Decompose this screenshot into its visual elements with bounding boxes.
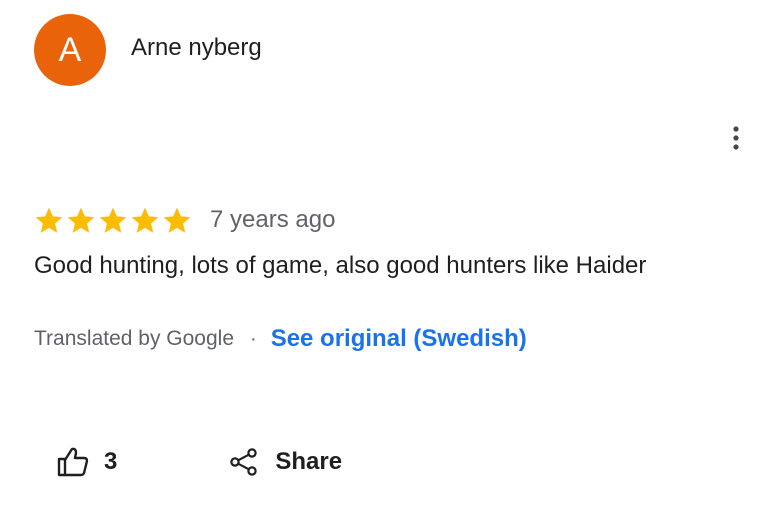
like-count: 3 <box>104 448 118 475</box>
avatar[interactable]: A <box>34 14 106 86</box>
review-card: A Arne nyberg 7 years ago Good hunting, … <box>0 0 784 520</box>
star-icon <box>98 206 128 234</box>
rating-row: 7 years ago <box>34 202 335 238</box>
review-text: Good hunting, lots of game, also good hu… <box>34 252 647 279</box>
share-button[interactable]: Share <box>229 447 342 477</box>
more-vert-icon <box>733 126 739 150</box>
more-options-button[interactable] <box>716 118 756 158</box>
review-time: 7 years ago <box>210 206 336 233</box>
review-actions: 3 Share <box>56 440 342 484</box>
translation-info: Translated by Google · See original (Swe… <box>34 322 527 356</box>
star-rating <box>34 206 192 234</box>
star-icon <box>130 206 160 234</box>
author-name[interactable]: Arne nyberg <box>131 34 262 62</box>
star-icon <box>34 206 64 234</box>
share-icon <box>230 448 258 476</box>
like-button[interactable]: 3 <box>56 446 117 478</box>
star-icon <box>162 206 192 234</box>
separator-dot: · <box>250 327 257 350</box>
share-label: Share <box>275 448 343 475</box>
translated-by-label: Translated by Google <box>34 327 235 350</box>
star-icon <box>66 206 96 234</box>
see-original-link[interactable]: See original (Swedish) <box>271 325 527 353</box>
thumbs-up-icon <box>57 447 89 477</box>
